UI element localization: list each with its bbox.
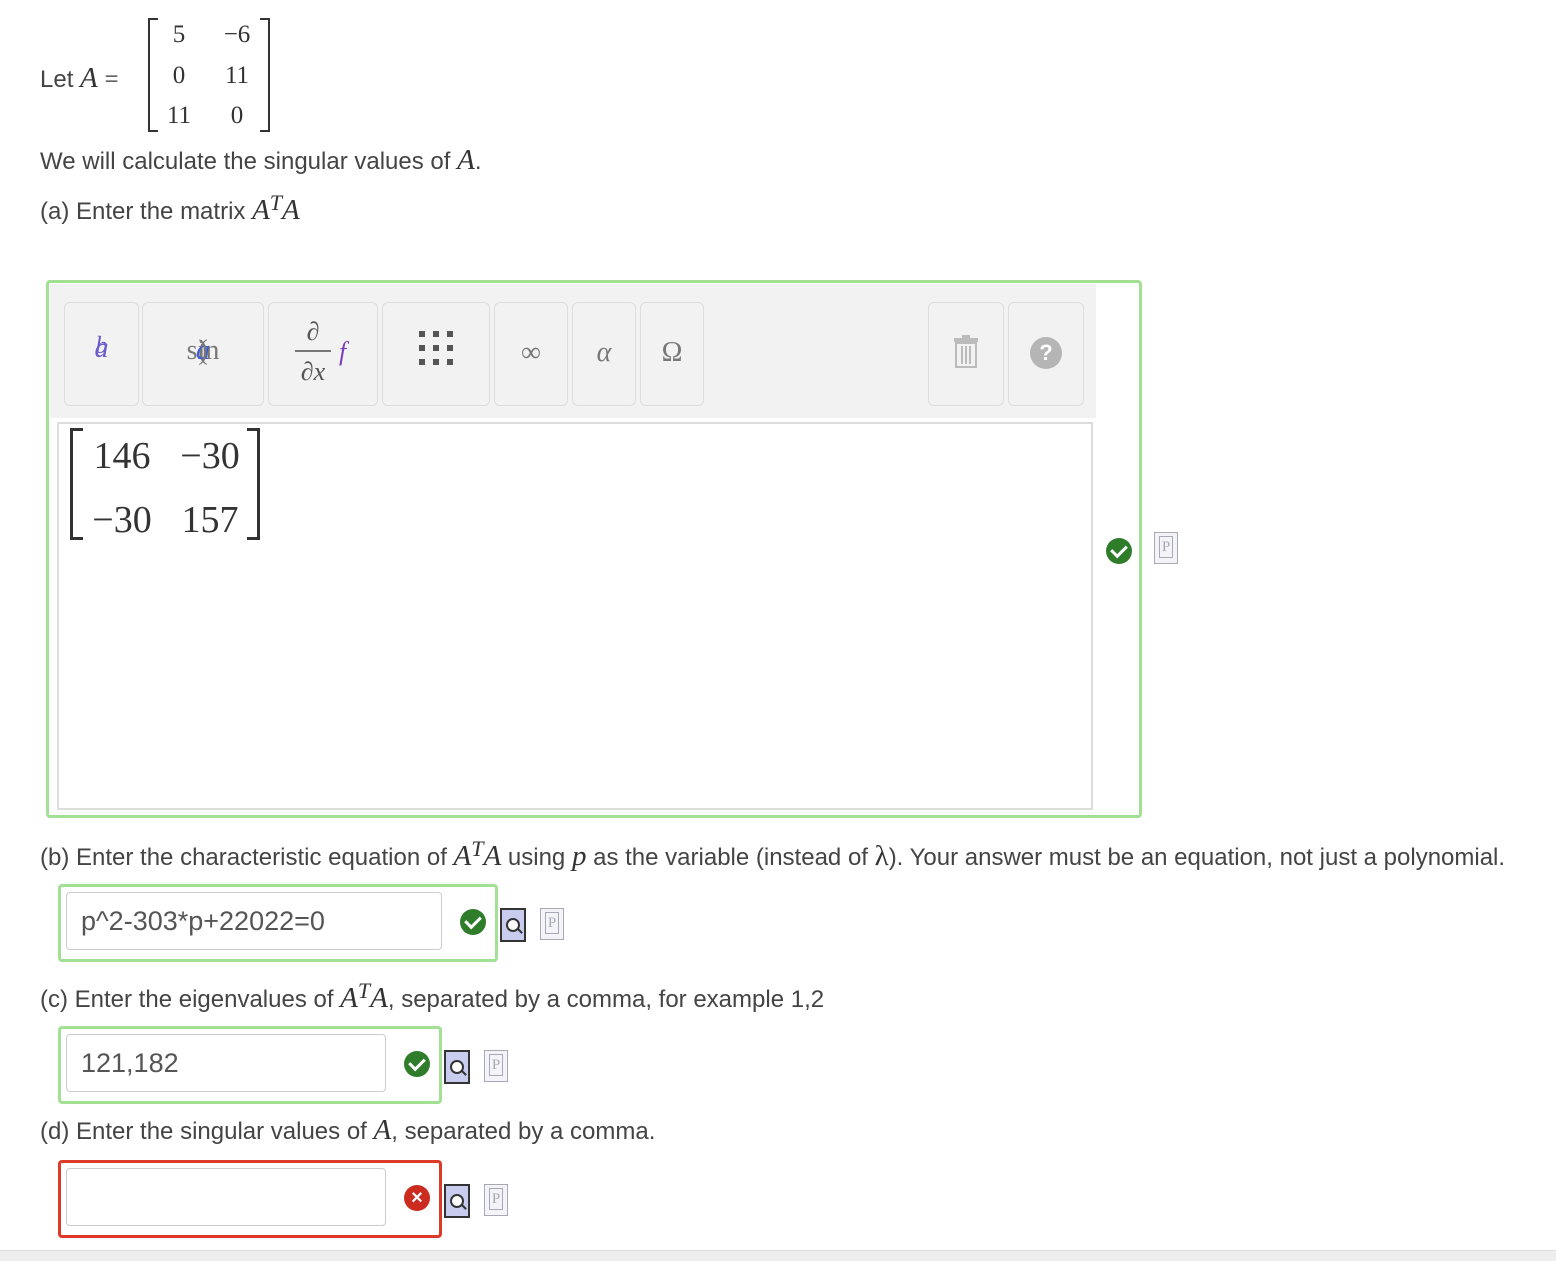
equals-sign: = [104,66,119,93]
matrix-button[interactable] [382,302,490,406]
intro-statement: We will calculate the singular values of… [40,144,482,176]
correct-check-icon [460,909,486,935]
correct-check-icon [404,1051,430,1077]
matrix-cell: 146 [93,435,151,477]
grid-icon [417,329,455,367]
matrix-cell: 0 [172,62,186,89]
bottom-divider [0,1250,1556,1261]
matrix-cell: −6 [223,21,251,48]
part-d-question: (d) Enter the singular values of A, sepa… [40,1114,656,1146]
infinity-button[interactable]: ∞ [494,302,568,406]
sin-button[interactable]: sin (a) [142,302,264,406]
right-bracket [260,18,270,132]
matrix-a: 5 −6 0 11 11 0 [148,18,270,132]
matrix-cell: 11 [166,102,192,129]
matrix-cell: −30 [180,435,240,477]
help-icon: ? [1030,337,1062,369]
trash-icon [952,335,980,369]
correct-check-icon [1106,538,1132,564]
part-a-question: (a) Enter the matrix ATA [40,190,300,226]
matrix-cell: 0 [230,102,244,129]
p-file-icon[interactable]: P [484,1184,508,1216]
part-c-question: (c) Enter the eigenvalues of ATA, separa… [40,978,825,1014]
help-button[interactable]: ? [1008,302,1084,406]
preview-icon[interactable] [444,1184,470,1218]
matrix-cell: 11 [224,62,250,89]
trash-button[interactable] [928,302,1004,406]
let-label: Let A = [40,62,119,94]
p-file-icon[interactable]: P [1154,532,1178,564]
part-b-question: (b) Enter the characteristic equation of… [40,836,1506,872]
matrix-cell: 157 [181,499,239,541]
var-a: A [80,62,98,94]
characteristic-equation-input[interactable]: p^2-303*p+22022=0 [66,892,442,950]
matrix-cell: 5 [172,21,186,48]
p-file-icon[interactable]: P [484,1050,508,1082]
incorrect-x-icon: × [404,1185,430,1211]
preview-icon[interactable] [444,1050,470,1084]
matrix-cell: −30 [92,499,152,541]
answer-matrix: 146 −30 −30 157 [70,428,260,541]
power-button[interactable]: ab [64,302,139,406]
eigenvalues-input[interactable]: 121,182 [66,1034,386,1092]
derivative-button[interactable]: ∂ ∂x f [268,302,378,406]
omega-button[interactable]: Ω [640,302,704,406]
alpha-button[interactable]: α [572,302,636,406]
p-file-icon[interactable]: P [540,908,564,940]
preview-icon[interactable] [500,908,526,942]
singular-values-input[interactable] [66,1168,386,1226]
